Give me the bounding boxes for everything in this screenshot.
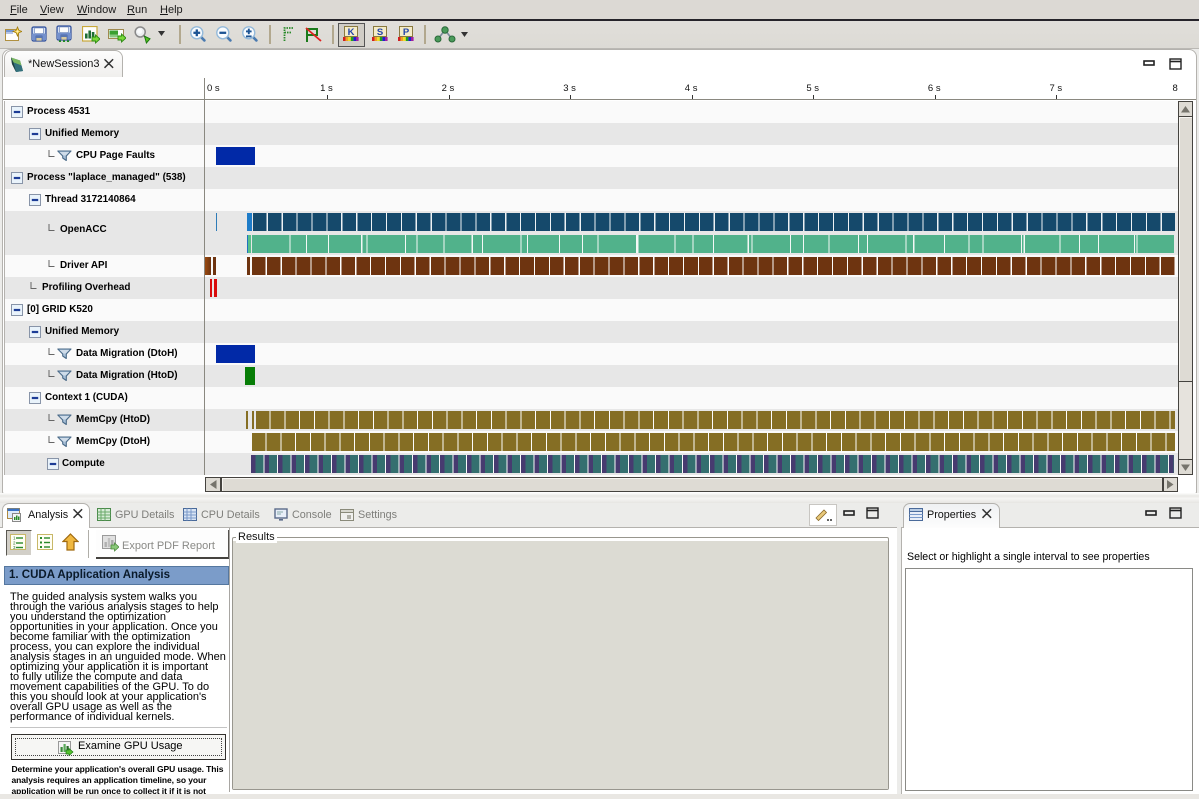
svg-text:S: S	[377, 27, 383, 38]
svg-text:K: K	[348, 27, 355, 38]
svg-text:P: P	[403, 27, 410, 38]
